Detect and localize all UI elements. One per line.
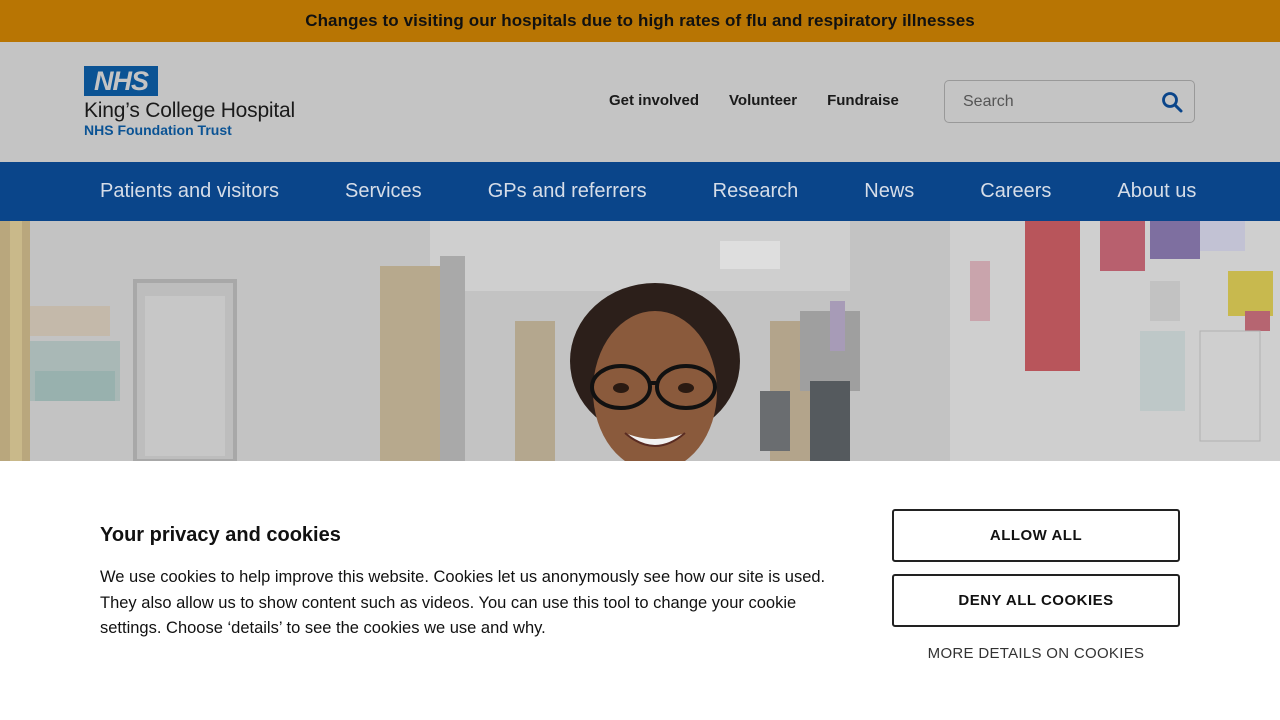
organisation-name: King’s College Hospital <box>84 99 295 122</box>
search-box <box>944 80 1195 123</box>
allow-all-button[interactable]: ALLOW ALL <box>892 509 1180 562</box>
link-volunteer[interactable]: Volunteer <box>729 92 797 109</box>
nav-news[interactable]: News <box>864 180 914 203</box>
nhs-logo: NHS <box>84 66 158 96</box>
nav-research[interactable]: Research <box>713 180 799 203</box>
site-logo[interactable]: NHS King’s College Hospital NHS Foundati… <box>84 66 324 142</box>
alert-text[interactable]: Changes to visiting our hospitals due to… <box>305 11 975 31</box>
cookie-title: Your privacy and cookies <box>100 524 341 546</box>
utility-nav: Get involved Volunteer Fundraise <box>609 92 899 109</box>
nav-patients-and-visitors[interactable]: Patients and visitors <box>100 180 279 203</box>
nav-careers[interactable]: Careers <box>980 180 1051 203</box>
cookie-consent-panel: Your privacy and cookies We use cookies … <box>0 461 1280 720</box>
main-nav: Patients and visitors Services GPs and r… <box>0 162 1280 221</box>
search-input[interactable] <box>945 81 1145 122</box>
alert-banner[interactable]: Changes to visiting our hospitals due to… <box>0 0 1280 42</box>
search-button[interactable] <box>1160 90 1184 114</box>
link-get-involved[interactable]: Get involved <box>609 92 699 109</box>
search-icon <box>1162 92 1183 113</box>
hero-image <box>0 221 1280 461</box>
more-details-on-cookies-link[interactable]: MORE DETAILS ON COOKIES <box>892 645 1180 662</box>
organisation-subtitle: NHS Foundation Trust <box>84 122 232 138</box>
site-header: NHS King’s College Hospital NHS Foundati… <box>0 42 1280 162</box>
hero-photo-illustration <box>0 221 1280 461</box>
nav-gps-and-referrers[interactable]: GPs and referrers <box>488 180 647 203</box>
cookie-description: We use cookies to help improve this webs… <box>100 568 826 637</box>
link-fundraise[interactable]: Fundraise <box>827 92 899 109</box>
nav-about-us[interactable]: About us <box>1117 180 1196 203</box>
deny-all-cookies-button[interactable]: DENY ALL COOKIES <box>892 574 1180 627</box>
nav-services[interactable]: Services <box>345 180 422 203</box>
